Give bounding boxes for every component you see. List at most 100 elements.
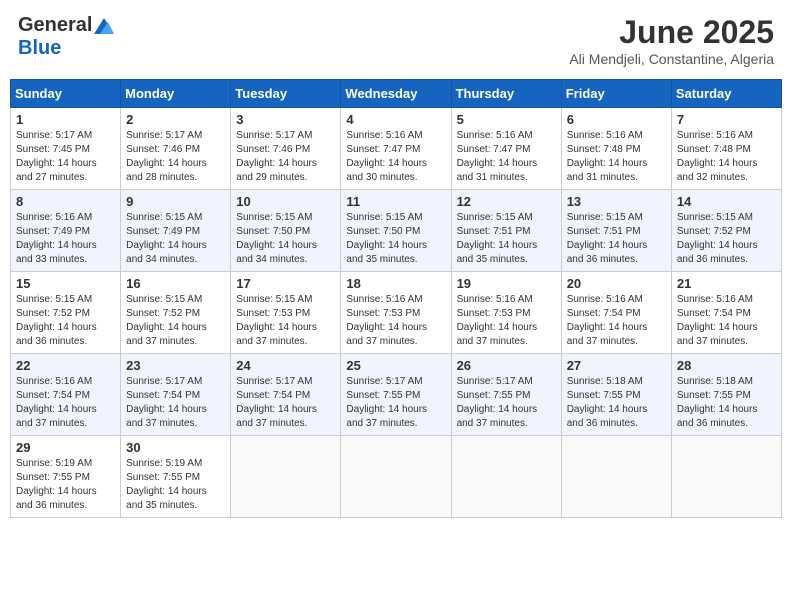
cell-content: Sunrise: 5:19 AM Sunset: 7:55 PM Dayligh… [16, 458, 97, 511]
day-number: 12 [457, 194, 556, 209]
cell-content: Sunrise: 5:17 AM Sunset: 7:46 PM Dayligh… [126, 130, 207, 183]
calendar-cell: 24 Sunrise: 5:17 AM Sunset: 7:54 PM Dayl… [231, 354, 341, 436]
cell-content: Sunrise: 5:16 AM Sunset: 7:53 PM Dayligh… [346, 294, 427, 347]
calendar-week-row: 22 Sunrise: 5:16 AM Sunset: 7:54 PM Dayl… [11, 354, 782, 436]
calendar-cell: 17 Sunrise: 5:15 AM Sunset: 7:53 PM Dayl… [231, 272, 341, 354]
day-number: 20 [567, 276, 666, 291]
day-number: 5 [457, 112, 556, 127]
calendar-cell [451, 436, 561, 518]
day-number: 26 [457, 358, 556, 373]
day-number: 3 [236, 112, 335, 127]
calendar-cell: 2 Sunrise: 5:17 AM Sunset: 7:46 PM Dayli… [121, 108, 231, 190]
calendar-cell: 4 Sunrise: 5:16 AM Sunset: 7:47 PM Dayli… [341, 108, 451, 190]
day-number: 4 [346, 112, 445, 127]
calendar-cell: 11 Sunrise: 5:15 AM Sunset: 7:50 PM Dayl… [341, 190, 451, 272]
calendar-cell [561, 436, 671, 518]
page-header: General Blue June 2025 Ali Mendjeli, Con… [10, 10, 782, 71]
calendar-cell: 15 Sunrise: 5:15 AM Sunset: 7:52 PM Dayl… [11, 272, 121, 354]
calendar-cell: 21 Sunrise: 5:16 AM Sunset: 7:54 PM Dayl… [671, 272, 781, 354]
logo: General Blue [18, 14, 114, 60]
calendar-cell: 1 Sunrise: 5:17 AM Sunset: 7:45 PM Dayli… [11, 108, 121, 190]
calendar-table: SundayMondayTuesdayWednesdayThursdayFrid… [10, 79, 782, 518]
weekday-header-row: SundayMondayTuesdayWednesdayThursdayFrid… [11, 80, 782, 108]
cell-content: Sunrise: 5:15 AM Sunset: 7:50 PM Dayligh… [236, 212, 317, 265]
calendar-cell: 30 Sunrise: 5:19 AM Sunset: 7:55 PM Dayl… [121, 436, 231, 518]
day-number: 1 [16, 112, 115, 127]
cell-content: Sunrise: 5:15 AM Sunset: 7:52 PM Dayligh… [126, 294, 207, 347]
calendar-cell: 3 Sunrise: 5:17 AM Sunset: 7:46 PM Dayli… [231, 108, 341, 190]
weekday-header-monday: Monday [121, 80, 231, 108]
calendar-cell: 23 Sunrise: 5:17 AM Sunset: 7:54 PM Dayl… [121, 354, 231, 436]
day-number: 16 [126, 276, 225, 291]
cell-content: Sunrise: 5:16 AM Sunset: 7:54 PM Dayligh… [677, 294, 758, 347]
cell-content: Sunrise: 5:17 AM Sunset: 7:54 PM Dayligh… [236, 376, 317, 429]
day-number: 21 [677, 276, 776, 291]
logo-icon [94, 18, 114, 34]
calendar-cell: 7 Sunrise: 5:16 AM Sunset: 7:48 PM Dayli… [671, 108, 781, 190]
calendar-cell: 5 Sunrise: 5:16 AM Sunset: 7:47 PM Dayli… [451, 108, 561, 190]
day-number: 8 [16, 194, 115, 209]
calendar-cell [671, 436, 781, 518]
cell-content: Sunrise: 5:15 AM Sunset: 7:49 PM Dayligh… [126, 212, 207, 265]
calendar-cell: 26 Sunrise: 5:17 AM Sunset: 7:55 PM Dayl… [451, 354, 561, 436]
calendar-cell: 16 Sunrise: 5:15 AM Sunset: 7:52 PM Dayl… [121, 272, 231, 354]
day-number: 28 [677, 358, 776, 373]
calendar-cell: 13 Sunrise: 5:15 AM Sunset: 7:51 PM Dayl… [561, 190, 671, 272]
calendar-week-row: 8 Sunrise: 5:16 AM Sunset: 7:49 PM Dayli… [11, 190, 782, 272]
cell-content: Sunrise: 5:16 AM Sunset: 7:48 PM Dayligh… [677, 130, 758, 183]
day-number: 2 [126, 112, 225, 127]
cell-content: Sunrise: 5:16 AM Sunset: 7:54 PM Dayligh… [567, 294, 648, 347]
day-number: 13 [567, 194, 666, 209]
cell-content: Sunrise: 5:16 AM Sunset: 7:53 PM Dayligh… [457, 294, 538, 347]
cell-content: Sunrise: 5:15 AM Sunset: 7:50 PM Dayligh… [346, 212, 427, 265]
calendar-cell: 6 Sunrise: 5:16 AM Sunset: 7:48 PM Dayli… [561, 108, 671, 190]
calendar-cell: 9 Sunrise: 5:15 AM Sunset: 7:49 PM Dayli… [121, 190, 231, 272]
day-number: 17 [236, 276, 335, 291]
day-number: 29 [16, 440, 115, 455]
weekday-header-thursday: Thursday [451, 80, 561, 108]
calendar-cell: 8 Sunrise: 5:16 AM Sunset: 7:49 PM Dayli… [11, 190, 121, 272]
logo-general-text: General [18, 14, 92, 37]
day-number: 7 [677, 112, 776, 127]
day-number: 27 [567, 358, 666, 373]
calendar-cell: 19 Sunrise: 5:16 AM Sunset: 7:53 PM Dayl… [451, 272, 561, 354]
cell-content: Sunrise: 5:18 AM Sunset: 7:55 PM Dayligh… [567, 376, 648, 429]
day-number: 24 [236, 358, 335, 373]
cell-content: Sunrise: 5:16 AM Sunset: 7:48 PM Dayligh… [567, 130, 648, 183]
cell-content: Sunrise: 5:15 AM Sunset: 7:52 PM Dayligh… [16, 294, 97, 347]
calendar-cell [341, 436, 451, 518]
cell-content: Sunrise: 5:16 AM Sunset: 7:54 PM Dayligh… [16, 376, 97, 429]
cell-content: Sunrise: 5:17 AM Sunset: 7:54 PM Dayligh… [126, 376, 207, 429]
calendar-week-row: 15 Sunrise: 5:15 AM Sunset: 7:52 PM Dayl… [11, 272, 782, 354]
cell-content: Sunrise: 5:17 AM Sunset: 7:46 PM Dayligh… [236, 130, 317, 183]
calendar-week-row: 29 Sunrise: 5:19 AM Sunset: 7:55 PM Dayl… [11, 436, 782, 518]
calendar-cell: 28 Sunrise: 5:18 AM Sunset: 7:55 PM Dayl… [671, 354, 781, 436]
day-number: 25 [346, 358, 445, 373]
calendar-cell: 20 Sunrise: 5:16 AM Sunset: 7:54 PM Dayl… [561, 272, 671, 354]
day-number: 6 [567, 112, 666, 127]
calendar-cell: 10 Sunrise: 5:15 AM Sunset: 7:50 PM Dayl… [231, 190, 341, 272]
day-number: 18 [346, 276, 445, 291]
month-title: June 2025 [569, 14, 774, 51]
calendar-cell: 22 Sunrise: 5:16 AM Sunset: 7:54 PM Dayl… [11, 354, 121, 436]
calendar-cell [231, 436, 341, 518]
weekday-header-wednesday: Wednesday [341, 80, 451, 108]
weekday-header-sunday: Sunday [11, 80, 121, 108]
day-number: 15 [16, 276, 115, 291]
calendar-cell: 29 Sunrise: 5:19 AM Sunset: 7:55 PM Dayl… [11, 436, 121, 518]
day-number: 9 [126, 194, 225, 209]
weekday-header-friday: Friday [561, 80, 671, 108]
calendar-cell: 27 Sunrise: 5:18 AM Sunset: 7:55 PM Dayl… [561, 354, 671, 436]
calendar-cell: 18 Sunrise: 5:16 AM Sunset: 7:53 PM Dayl… [341, 272, 451, 354]
cell-content: Sunrise: 5:18 AM Sunset: 7:55 PM Dayligh… [677, 376, 758, 429]
day-number: 30 [126, 440, 225, 455]
weekday-header-saturday: Saturday [671, 80, 781, 108]
calendar-week-row: 1 Sunrise: 5:17 AM Sunset: 7:45 PM Dayli… [11, 108, 782, 190]
cell-content: Sunrise: 5:17 AM Sunset: 7:45 PM Dayligh… [16, 130, 97, 183]
cell-content: Sunrise: 5:15 AM Sunset: 7:52 PM Dayligh… [677, 212, 758, 265]
cell-content: Sunrise: 5:19 AM Sunset: 7:55 PM Dayligh… [126, 458, 207, 511]
day-number: 23 [126, 358, 225, 373]
day-number: 19 [457, 276, 556, 291]
location-text: Ali Mendjeli, Constantine, Algeria [569, 51, 774, 67]
day-number: 10 [236, 194, 335, 209]
